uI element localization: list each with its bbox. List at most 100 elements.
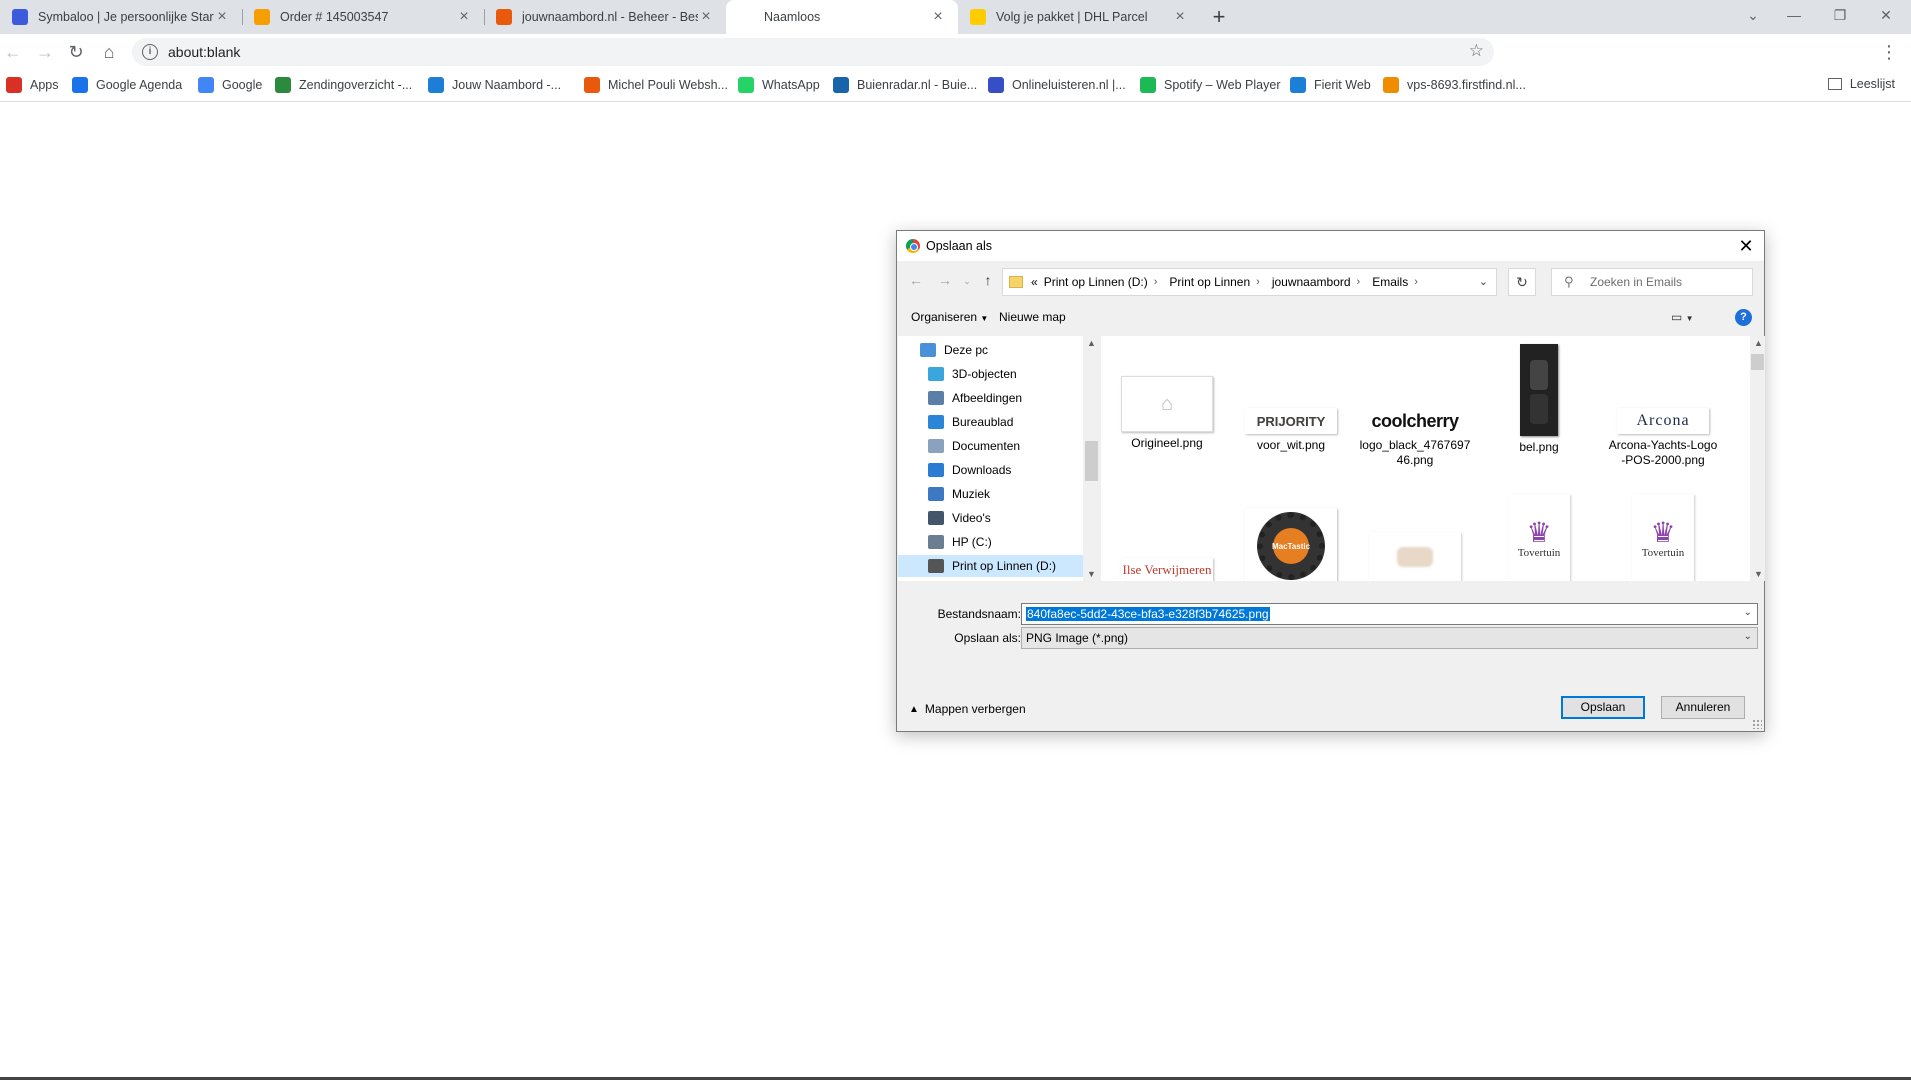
- scroll-down-icon[interactable]: ▼: [1083, 569, 1100, 579]
- forward-icon[interactable]: →: [935, 272, 955, 288]
- tab-close-icon[interactable]: ×: [214, 8, 230, 26]
- nav-item[interactable]: Downloads: [898, 459, 1083, 481]
- bookmark-item[interactable]: Buienradar.nl - Buie...: [833, 77, 977, 93]
- recent-locations-icon[interactable]: ⌄: [957, 276, 977, 287]
- chevron-down-icon[interactable]: ⌄: [1744, 631, 1752, 642]
- search-input[interactable]: ⚲ Zoeken in Emails: [1551, 268, 1753, 296]
- gear-logo: MacTastic: [1257, 512, 1325, 580]
- breadcrumb-item[interactable]: Print op Linnen (D:): [1044, 275, 1148, 289]
- chevron-down-icon[interactable]: ⌄: [1479, 275, 1488, 288]
- new-tab-button[interactable]: +: [1206, 4, 1232, 30]
- reading-list-button[interactable]: Leeslijst: [1827, 77, 1895, 91]
- scrollbar-thumb[interactable]: [1085, 441, 1098, 481]
- bookmark-item[interactable]: Google Agenda: [72, 77, 182, 93]
- home-icon[interactable]: ⌂: [96, 39, 122, 65]
- forward-icon[interactable]: →: [32, 39, 58, 65]
- bookmark-item[interactable]: Zendingoverzicht -...: [275, 77, 412, 93]
- nav-item[interactable]: Print op Linnen (D:): [898, 555, 1083, 577]
- breadcrumb-item[interactable]: jouwnaambord: [1272, 275, 1351, 289]
- up-folder-icon[interactable]: ↑: [978, 272, 998, 288]
- tab-close-icon[interactable]: ×: [698, 8, 714, 26]
- bookmark-item[interactable]: WhatsApp: [738, 77, 820, 93]
- back-icon[interactable]: ←: [906, 272, 926, 288]
- thumb-text: Tovertuin: [1517, 547, 1561, 559]
- nav-item[interactable]: Video's: [898, 507, 1083, 529]
- file-item[interactable]: ♛ Tovertuin: [1607, 336, 1719, 581]
- bookmark-item[interactable]: Fierit Web: [1290, 77, 1371, 93]
- minimize-button[interactable]: —: [1771, 0, 1817, 30]
- breadcrumb-chevron-icon[interactable]: ›: [1154, 276, 1158, 288]
- address-bar[interactable]: i about:blank ☆: [132, 38, 1494, 66]
- nav-item[interactable]: Afbeeldingen: [898, 387, 1083, 409]
- bookmark-item[interactable]: Google: [198, 77, 262, 93]
- nav-item[interactable]: Documenten: [898, 435, 1083, 457]
- bookmark-item[interactable]: Spotify – Web Player: [1140, 77, 1281, 93]
- scroll-up-icon[interactable]: ▲: [1750, 338, 1767, 348]
- browser-tab[interactable]: Symbaloo | Je persoonlijke Startp ×: [0, 0, 242, 34]
- tab-close-icon[interactable]: ×: [1172, 8, 1188, 26]
- bookmark-item[interactable]: Onlineluisteren.nl |...: [988, 77, 1126, 93]
- thumb-text: Tovertuin: [1641, 547, 1685, 559]
- nav-item[interactable]: HP (C:): [898, 531, 1083, 553]
- browser-tab[interactable]: jouwnaambord.nl - Beheer - Best ×: [484, 0, 726, 34]
- breadcrumb-chevron-icon[interactable]: ›: [1357, 276, 1361, 288]
- browser-toolbar: ← → ↻ ⌂ i about:blank ☆ ⋮: [0, 34, 1911, 95]
- bookmark-item[interactable]: vps-8693.firstfind.nl...: [1383, 77, 1526, 93]
- savetype-select[interactable]: PNG Image (*.png) ⌄: [1021, 627, 1758, 649]
- organize-button[interactable]: Organiseren ▼: [911, 310, 988, 324]
- breadcrumb-chevron-icon[interactable]: ›: [1414, 276, 1418, 288]
- apps-shortcut[interactable]: Apps: [6, 77, 59, 93]
- save-button[interactable]: Opslaan: [1561, 696, 1645, 719]
- bookmark-item[interactable]: Michel Pouli Websh...: [584, 77, 728, 93]
- new-folder-button[interactable]: Nieuwe map: [999, 310, 1066, 324]
- browser-tab[interactable]: Naamloos ×: [726, 0, 958, 34]
- chevron-down-icon[interactable]: ⌄: [1744, 607, 1752, 618]
- file-item[interactable]: [1359, 336, 1471, 581]
- file-item[interactable]: Ilse Verwijmeren: [1111, 336, 1223, 581]
- scroll-up-icon[interactable]: ▲: [1083, 338, 1100, 348]
- window-close-button[interactable]: ✕: [1863, 0, 1909, 30]
- dialog-address-bar[interactable]: « Print op Linnen (D:) › Print op Linnen › j…: [1002, 268, 1497, 296]
- nav-item-label: HP (C:): [952, 535, 992, 549]
- breadcrumb-chevron-icon[interactable]: ›: [1256, 276, 1260, 288]
- filename-field[interactable]: 840fa8ec-5dd2-43ce-bfa3-e328f3b74625.png…: [1021, 603, 1758, 625]
- nav-item[interactable]: Deze pc: [898, 339, 1083, 361]
- tab-close-icon[interactable]: ×: [456, 8, 472, 26]
- hide-folders-toggle[interactable]: ▲ Mappen verbergen: [909, 702, 1026, 716]
- bookmark-label: Zendingoverzicht -...: [299, 78, 413, 92]
- help-icon[interactable]: ?: [1735, 309, 1752, 326]
- tab-search-icon[interactable]: ⌄: [1730, 0, 1776, 30]
- nav-item[interactable]: 3D-objecten: [898, 363, 1083, 385]
- navigation-scrollbar[interactable]: ▲ ▼: [1083, 336, 1100, 581]
- refresh-button[interactable]: ↻: [1508, 268, 1536, 296]
- scroll-down-icon[interactable]: ▼: [1750, 569, 1767, 579]
- cancel-button[interactable]: Annuleren: [1661, 696, 1745, 719]
- browser-tab[interactable]: Order # 145003547 ×: [242, 0, 484, 34]
- resize-grip[interactable]: [1752, 719, 1762, 729]
- menu-kebab-icon[interactable]: ⋮: [1876, 39, 1902, 65]
- nav-item[interactable]: Bureaublad: [898, 411, 1083, 433]
- info-icon[interactable]: i: [142, 44, 158, 60]
- view-options-button[interactable]: ▭ ▼: [1671, 310, 1694, 324]
- nav-item-label: Print op Linnen (D:): [952, 559, 1057, 573]
- dialog-close-button[interactable]: ✕: [1734, 234, 1758, 258]
- breadcrumb-item[interactable]: Print op Linnen: [1169, 275, 1250, 289]
- thumb-text: Ilse Verwijmeren: [1122, 562, 1212, 577]
- reload-icon[interactable]: ↻: [63, 39, 89, 65]
- back-icon[interactable]: ←: [0, 39, 26, 65]
- scrollbar-thumb[interactable]: [1751, 354, 1764, 370]
- file-item[interactable]: ♛ Tovertuin: [1483, 336, 1595, 581]
- bookmark-item[interactable]: Jouw Naambord -...: [428, 77, 561, 93]
- browser-tab[interactable]: Volg je pakket | DHL Parcel ×: [958, 0, 1200, 34]
- file-scrollbar[interactable]: ▲ ▼: [1750, 336, 1765, 581]
- hide-folders-label: Mappen verbergen: [924, 702, 1026, 716]
- cube-icon: [928, 367, 944, 381]
- tab-close-icon[interactable]: ×: [930, 8, 946, 26]
- reading-list-label: Leeslijst: [1849, 77, 1895, 91]
- nav-item[interactable]: Muziek: [898, 483, 1083, 505]
- breadcrumb-prefix: «: [1031, 275, 1038, 289]
- breadcrumb-item[interactable]: Emails: [1372, 275, 1408, 289]
- file-item[interactable]: MacTastic: [1235, 336, 1347, 581]
- bookmark-star-icon[interactable]: ☆: [1469, 41, 1484, 61]
- restore-button[interactable]: ❐: [1817, 0, 1863, 30]
